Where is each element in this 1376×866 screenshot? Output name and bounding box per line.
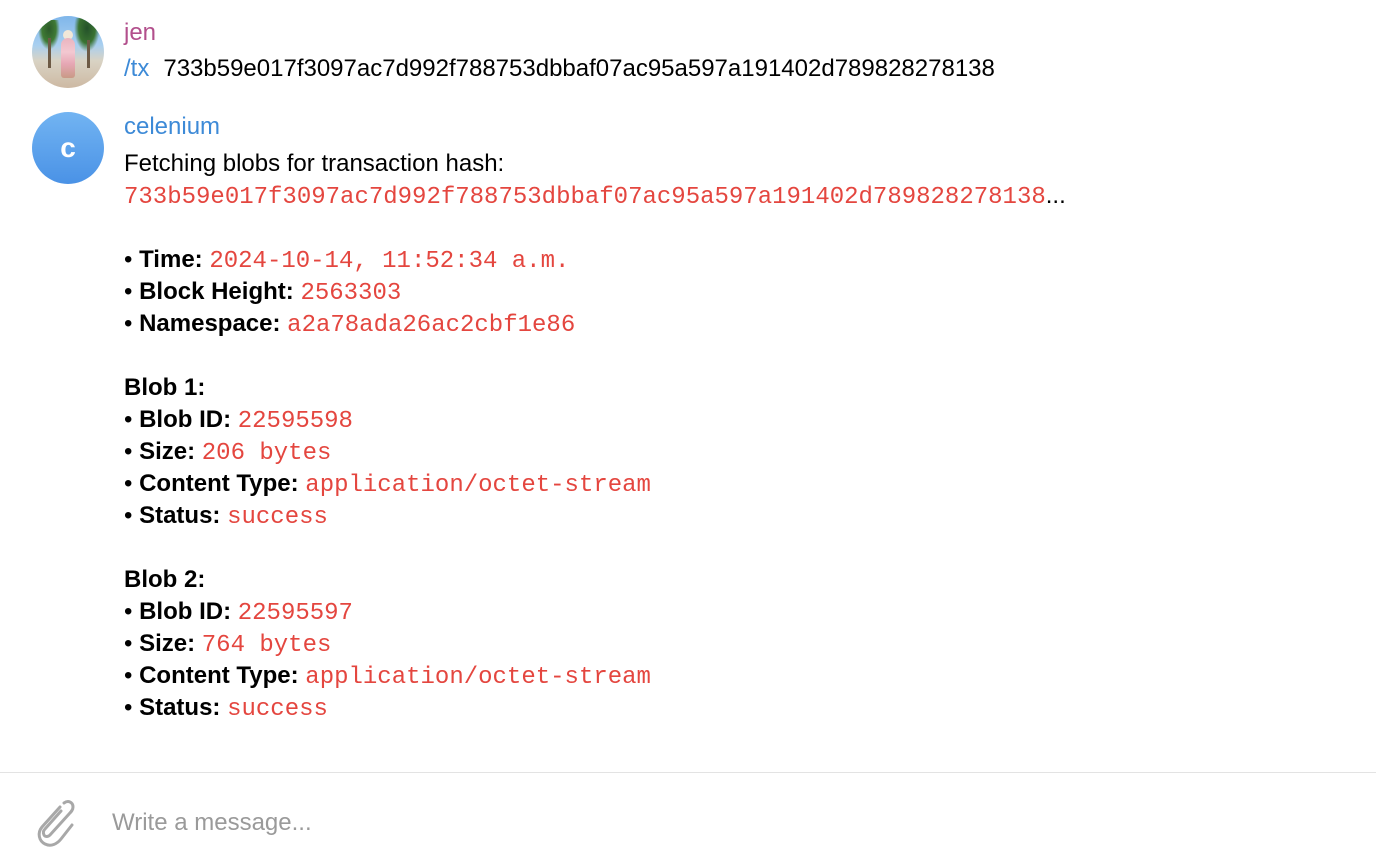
blob-type-value: application/octet-stream <box>305 472 651 499</box>
namespace-value: a2a78ada26ac2cbf1e86 <box>287 312 576 339</box>
blob-size-row: • Size: 206 bytes <box>124 436 1344 468</box>
time-value: 2024-10-14, 11:52:34 a.m. <box>209 248 570 275</box>
command-link[interactable]: /tx <box>124 55 149 82</box>
blob-size-value: 206 bytes <box>201 440 332 467</box>
bullet: • <box>124 470 140 497</box>
block-height-label: Block Height: <box>139 278 294 305</box>
blob-id-value: 22595598 <box>237 408 353 435</box>
hash-ellipsis: ... <box>1045 182 1066 209</box>
blob-id-value: 22595597 <box>237 600 353 627</box>
intro-line: Fetching blobs for transaction hash: <box>124 150 505 177</box>
hash-line: 733b59e017f3097ac7d992f788753dbbaf07ac95… <box>124 180 1344 212</box>
namespace-row: • Namespace: a2a78ada26ac2cbf1e86 <box>124 308 1344 340</box>
message-text: /tx 733b59e017f3097ac7d992f788753dbbaf07a… <box>124 54 995 84</box>
palm-trunk-right <box>87 40 90 68</box>
blob-id-label: Blob ID: <box>139 598 232 625</box>
blob-status-label: Status: <box>139 694 221 721</box>
sender-name[interactable]: celenium <box>124 112 220 142</box>
time-label: Time: <box>139 246 203 273</box>
message-body: Fetching blobs for transaction hash: 733… <box>124 148 1344 724</box>
avatar-celenium[interactable]: c <box>32 112 104 184</box>
bullet: • <box>124 438 140 465</box>
palm-trunk-left <box>48 38 51 68</box>
blob-type-row: • Content Type: application/octet-stream <box>124 468 1344 500</box>
blob-title: Blob 1: <box>124 374 206 401</box>
bullet: • <box>124 598 140 625</box>
blob-status-value: success <box>227 696 328 723</box>
bullet: • <box>124 246 140 273</box>
bullet: • <box>124 630 140 657</box>
blob-status-label: Status: <box>139 502 221 529</box>
blob-size-label: Size: <box>139 630 196 657</box>
blob-type-label: Content Type: <box>139 662 299 689</box>
person-figure <box>61 38 75 78</box>
blob-size-label: Size: <box>139 438 196 465</box>
blob-status-value: success <box>227 504 328 531</box>
blob-id-label: Blob ID: <box>139 406 232 433</box>
bullet: • <box>124 406 140 433</box>
blob-size-row: • Size: 764 bytes <box>124 628 1344 660</box>
time-row: • Time: 2024-10-14, 11:52:34 a.m. <box>124 244 1344 276</box>
message-input[interactable] <box>112 803 1312 843</box>
bullet: • <box>124 310 140 337</box>
blob-status-row: • Status: success <box>124 500 1344 532</box>
paperclip-icon[interactable] <box>30 797 76 849</box>
blob-type-value: application/octet-stream <box>305 664 651 691</box>
avatar-jen[interactable] <box>32 16 104 88</box>
block-height-row: • Block Height: 2563303 <box>124 276 1344 308</box>
namespace-label: Namespace: <box>139 310 281 337</box>
blob-type-label: Content Type: <box>139 470 299 497</box>
bullet: • <box>124 502 140 529</box>
blob-id-row: • Blob ID: 22595597 <box>124 596 1344 628</box>
blob-id-row: • Blob ID: 22595598 <box>124 404 1344 436</box>
tx-hash-code: 733b59e017f3097ac7d992f788753dbbaf07ac95… <box>124 184 1046 211</box>
message-composer <box>0 772 1376 866</box>
bullet: • <box>124 278 140 305</box>
tx-hash-text: 733b59e017f3097ac7d992f788753dbbaf07ac95… <box>163 55 995 82</box>
chat-history: jen /tx 733b59e017f3097ac7d992f788753dbba… <box>0 0 1376 772</box>
sender-name[interactable]: jen <box>124 18 156 48</box>
bullet: • <box>124 694 140 721</box>
blob-status-row: • Status: success <box>124 692 1344 724</box>
blob-type-row: • Content Type: application/octet-stream <box>124 660 1344 692</box>
blob-title: Blob 2: <box>124 566 206 593</box>
blob-size-value: 764 bytes <box>201 632 332 659</box>
bullet: • <box>124 662 140 689</box>
block-height-value: 2563303 <box>300 280 402 307</box>
